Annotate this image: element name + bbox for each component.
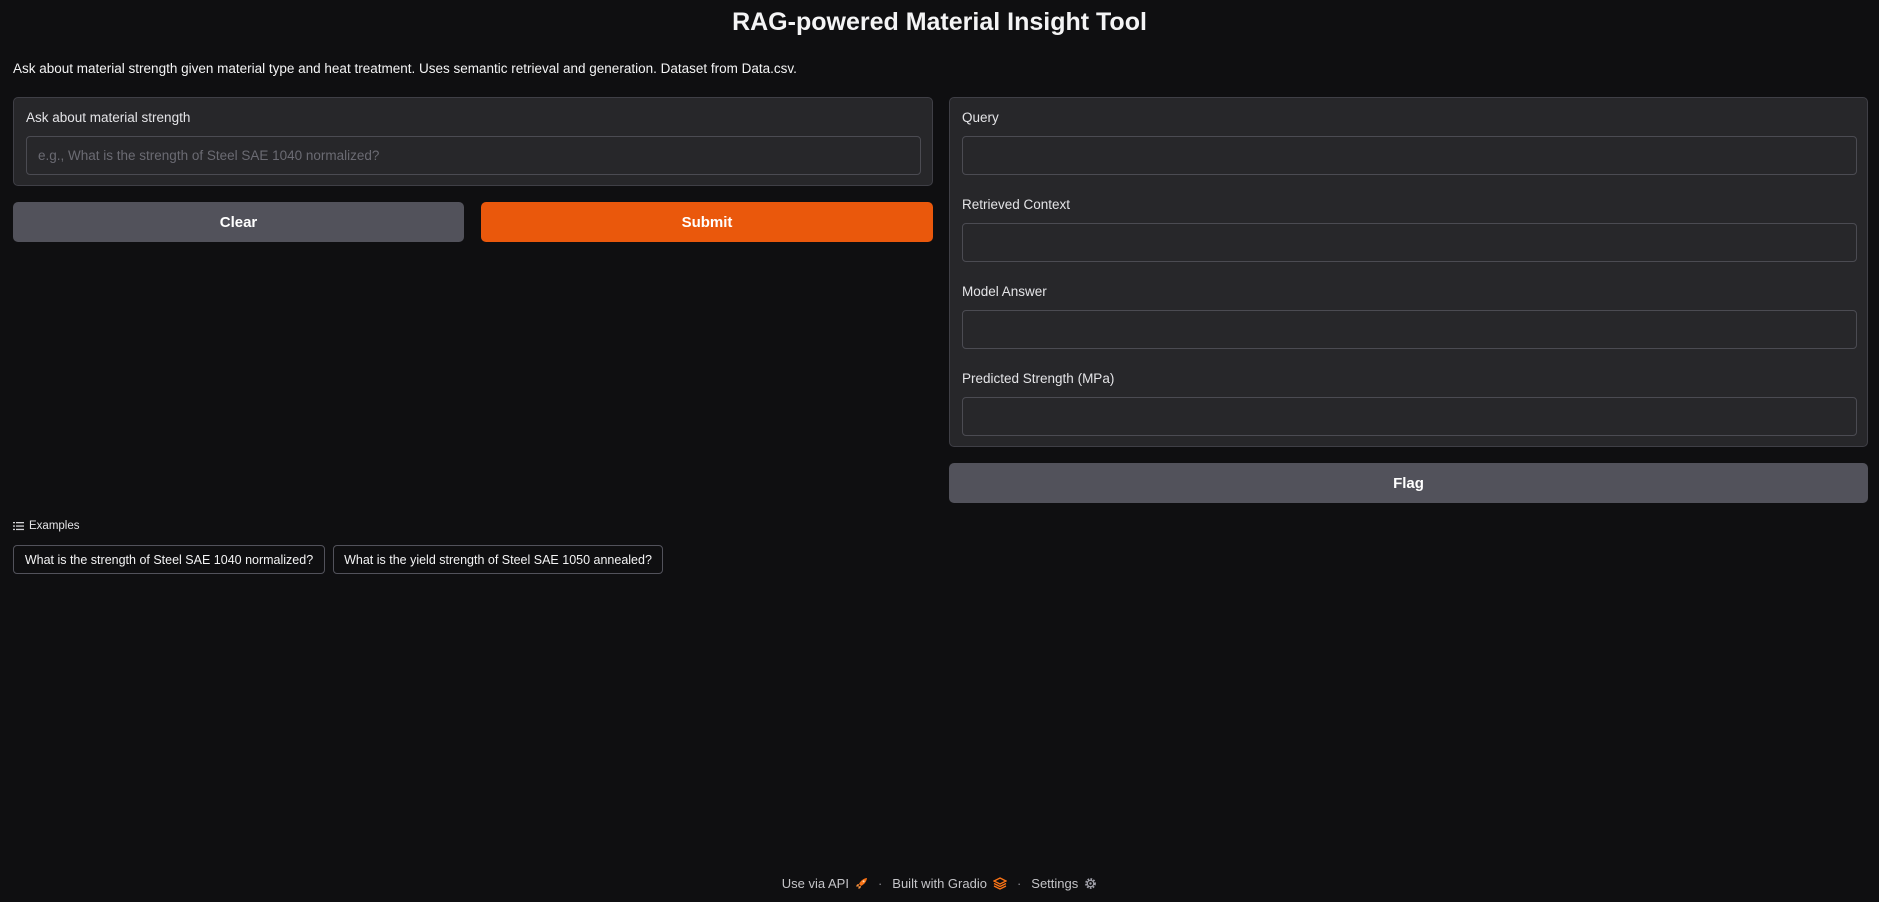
flag-button[interactable]: Flag [949,463,1868,503]
predicted-strength-label: Predicted Strength (MPa) [962,371,1115,386]
example-item[interactable]: What is the yield strength of Steel SAE … [333,545,663,574]
examples-label: Examples [29,520,80,532]
query-output[interactable] [962,136,1857,175]
query-output-field[interactable] [963,137,1856,174]
model-answer-field[interactable] [963,311,1856,348]
app-root: RAG-powered Material Insight Tool Ask ab… [0,0,1879,902]
settings-link[interactable]: Settings [1031,876,1097,891]
retrieved-context-field[interactable] [963,224,1856,261]
retrieved-context-label: Retrieved Context [962,197,1071,212]
predicted-strength-field[interactable] [963,398,1856,435]
example-item[interactable]: What is the strength of Steel SAE 1040 n… [13,545,325,574]
rocket-icon [855,877,868,890]
question-input[interactable] [27,137,920,174]
model-answer-output[interactable] [962,310,1857,349]
clear-button[interactable]: Clear [13,202,464,242]
input-label: Ask about material strength [26,110,191,125]
settings-label: Settings [1031,876,1079,891]
output-panel: Query Retrieved Context Model Answer Pre… [949,97,1868,447]
query-label: Query [962,110,999,125]
footer-separator: · [877,876,883,891]
built-with-gradio-label: Built with Gradio [892,876,987,891]
built-with-gradio-link[interactable]: Built with Gradio [892,876,1007,891]
gradio-logo-icon [992,877,1007,890]
use-via-api-link[interactable]: Use via API [782,876,868,891]
examples-header: Examples [13,520,80,532]
submit-button[interactable]: Submit [481,202,933,242]
use-via-api-label: Use via API [781,876,849,891]
page-title: RAG-powered Material Insight Tool [732,8,1147,36]
list-icon [13,521,24,531]
gear-icon [1084,877,1097,890]
question-input-box [26,136,921,175]
predicted-strength-output[interactable] [962,397,1857,436]
footer-separator: · [1016,876,1022,891]
model-answer-label: Model Answer [962,284,1047,299]
retrieved-context-output[interactable] [962,223,1857,262]
input-panel: Ask about material strength [13,97,933,186]
footer: Use via API · Built with Gradio · Settin… [0,876,1879,891]
page-description: Ask about material strength given materi… [13,61,797,76]
